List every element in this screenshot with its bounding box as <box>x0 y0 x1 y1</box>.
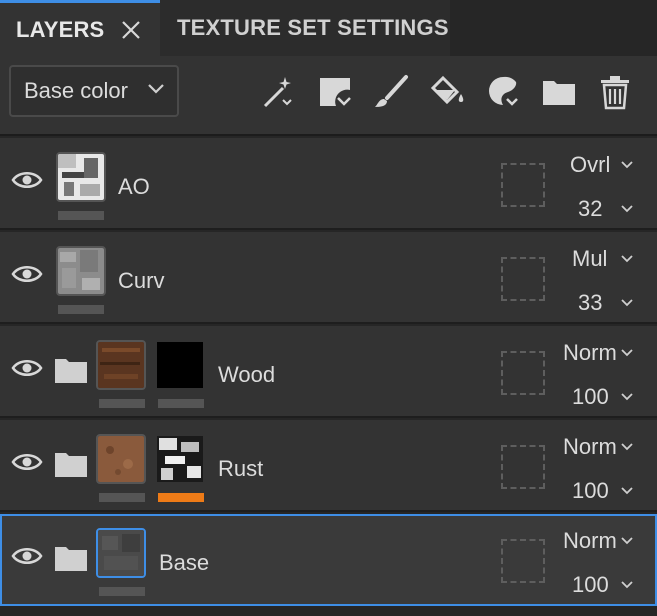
tab-layers[interactable]: LAYERS <box>0 0 160 56</box>
layer-row-curv[interactable]: Curv Mul 33 <box>0 232 657 324</box>
chevron-down-icon <box>148 84 164 94</box>
layer-row-wood[interactable]: Wood Norm 100 <box>0 326 657 418</box>
ao-thumbnail-image <box>58 154 104 200</box>
close-icon[interactable] <box>120 19 142 41</box>
wood-thumbnail-image <box>98 342 144 388</box>
opacity-value[interactable]: 32 <box>578 196 602 222</box>
layers-toolbar: Base color <box>0 56 657 136</box>
blend-mode-value[interactable]: Norm <box>563 434 617 460</box>
folder-icon <box>55 359 87 383</box>
brush-icon <box>375 75 408 107</box>
rust-thumbnail-image <box>98 436 144 482</box>
layer-name[interactable]: AO <box>118 174 150 200</box>
tab-texture-set-label: TEXTURE SET SETTINGS <box>177 15 449 40</box>
add-fill-layer-button[interactable] <box>430 74 466 110</box>
blend-mode-value[interactable]: Norm <box>563 528 617 554</box>
chevron-down-icon[interactable] <box>620 204 634 213</box>
opacity-value[interactable]: 100 <box>572 572 609 598</box>
add-layer-button[interactable] <box>318 74 354 110</box>
magic-wand-icon <box>263 77 292 108</box>
folder-icon <box>543 81 575 105</box>
add-mask-button[interactable] <box>486 74 522 110</box>
chevron-down-icon[interactable] <box>620 536 634 545</box>
chevron-down-icon[interactable] <box>620 254 634 263</box>
chevron-down-icon[interactable] <box>620 486 634 495</box>
add-effect-button[interactable] <box>261 74 297 110</box>
layer-thumbnail[interactable] <box>56 152 106 202</box>
layer-name[interactable]: Curv <box>118 268 164 294</box>
mask-icon <box>489 76 518 106</box>
chevron-down-icon[interactable] <box>620 160 634 169</box>
curv-thumbnail-image <box>58 248 104 294</box>
thumbnail-status-bar <box>58 305 104 314</box>
mask-thumbnail[interactable] <box>157 436 203 482</box>
eye-icon[interactable] <box>11 450 43 474</box>
thumbnail-status-bar <box>99 587 145 596</box>
layer-thumbnail[interactable] <box>56 246 106 296</box>
chevron-down-icon[interactable] <box>620 298 634 307</box>
blend-mode-value[interactable]: Ovrl <box>570 152 610 178</box>
eye-icon[interactable] <box>11 356 43 380</box>
layer-name[interactable]: Wood <box>218 362 275 388</box>
layer-row-ao[interactable]: AO Ovrl 32 <box>0 138 657 230</box>
mask-slot[interactable] <box>501 257 545 301</box>
mask-slot[interactable] <box>501 163 545 207</box>
layer-name[interactable]: Rust <box>218 456 263 482</box>
base-thumbnail-image <box>98 530 144 576</box>
tab-bar: LAYERS TEXTURE SET SETTINGS <box>0 0 657 56</box>
chevron-down-icon[interactable] <box>620 442 634 451</box>
add-layer-icon <box>320 78 351 106</box>
blend-mode-value[interactable]: Norm <box>563 340 617 366</box>
layer-thumbnail[interactable] <box>96 528 146 578</box>
chevron-down-icon[interactable] <box>620 580 634 589</box>
blend-mode-value[interactable]: Mul <box>572 246 607 272</box>
tab-texture-set-settings[interactable]: TEXTURE SET SETTINGS <box>160 0 450 56</box>
trash-icon <box>601 76 629 110</box>
add-paint-layer-button[interactable] <box>373 74 409 110</box>
delete-layer-button[interactable] <box>597 74 633 110</box>
chevron-down-icon[interactable] <box>620 348 634 357</box>
mask-status-bar <box>158 493 204 502</box>
layer-thumbnail[interactable] <box>96 340 146 390</box>
thumbnail-status-bar <box>58 211 104 220</box>
mask-thumbnail[interactable] <box>157 342 203 388</box>
layer-row-rust[interactable]: Rust Norm 100 <box>0 420 657 512</box>
tab-layers-label: LAYERS <box>16 16 105 42</box>
opacity-value[interactable]: 33 <box>578 290 602 316</box>
opacity-value[interactable]: 100 <box>572 478 609 504</box>
mask-slot[interactable] <box>501 445 545 489</box>
channel-dropdown[interactable]: Base color <box>9 65 179 117</box>
mask-status-bar <box>158 399 204 408</box>
add-folder-button[interactable] <box>541 74 577 110</box>
layer-row-base[interactable]: Base Norm 100 <box>0 514 657 606</box>
eye-icon[interactable] <box>11 262 43 286</box>
folder-icon <box>55 547 87 571</box>
chevron-down-icon[interactable] <box>620 392 634 401</box>
mask-slot[interactable] <box>501 351 545 395</box>
eye-icon[interactable] <box>11 168 43 192</box>
channel-dropdown-value: Base color <box>24 78 128 103</box>
layer-name[interactable]: Base <box>159 550 209 576</box>
thumbnail-status-bar <box>99 399 145 408</box>
folder-icon <box>55 453 87 477</box>
layer-thumbnail[interactable] <box>96 434 146 484</box>
eye-icon[interactable] <box>11 544 43 568</box>
paint-bucket-icon <box>430 75 464 105</box>
opacity-value[interactable]: 100 <box>572 384 609 410</box>
rust-mask-image <box>157 436 203 482</box>
mask-slot[interactable] <box>501 539 545 583</box>
thumbnail-status-bar <box>99 493 145 502</box>
